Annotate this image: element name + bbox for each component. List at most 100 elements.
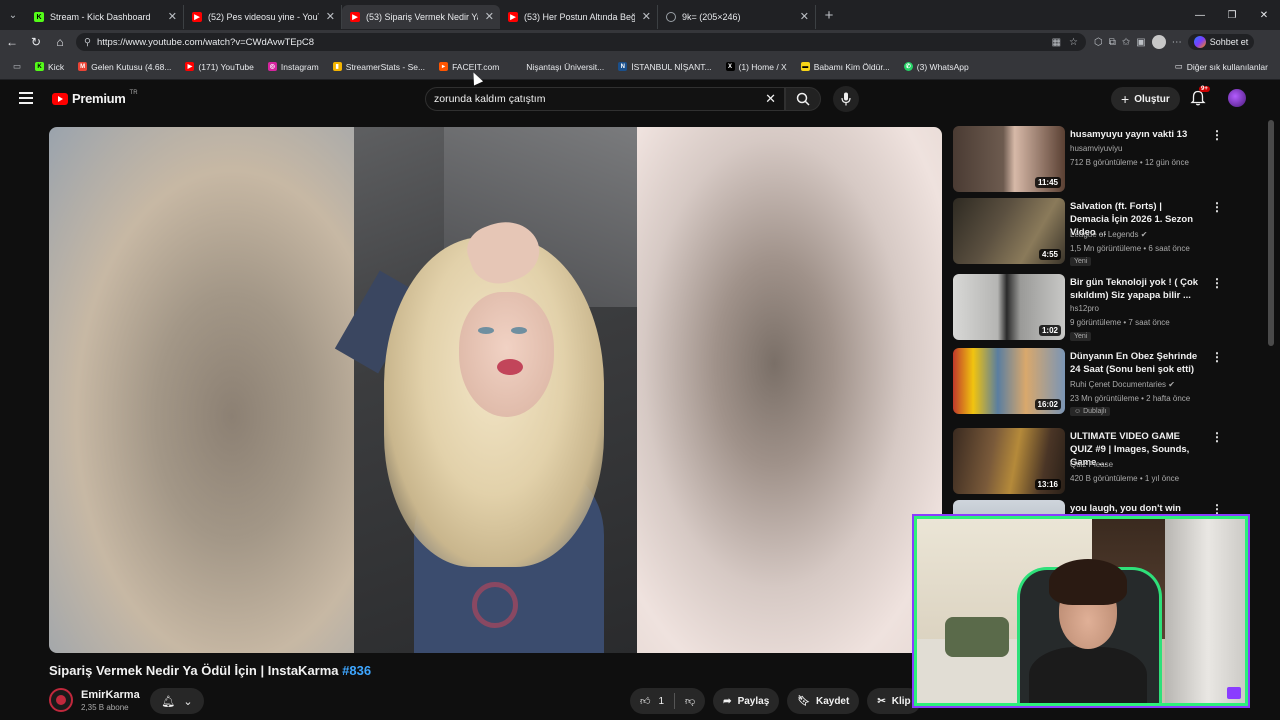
- close-tab-icon[interactable]: ✕: [168, 10, 177, 23]
- back-icon[interactable]: ←: [0, 30, 24, 54]
- recommendation-item[interactable]: 4:55 Salvation (ft. Forts) | Demacia İçi…: [953, 198, 1223, 268]
- bookmark-streamerstats[interactable]: ▮ StreamerStats - Se...: [326, 62, 432, 72]
- recommendation-item[interactable]: 1:02 Bir gün Teknoloji yok ! ( Çok sıkıl…: [953, 274, 1223, 344]
- reload-icon[interactable]: ↻: [24, 30, 48, 54]
- recommendation-meta: 1,5 Mn görüntüleme • 6 saat önce: [1070, 244, 1190, 253]
- stream-logo-icon: [1227, 687, 1241, 699]
- bookmark-gmail[interactable]: M Gelen Kutusu (4.68...: [71, 62, 178, 72]
- minimize-icon[interactable]: —: [1184, 0, 1216, 30]
- recommendation-channel[interactable]: Quiz Please: [1070, 460, 1113, 469]
- microphone-icon: [841, 92, 851, 106]
- save-button[interactable]: 🔖︎ Kaydet: [787, 688, 860, 714]
- close-window-icon[interactable]: ✕: [1248, 0, 1280, 30]
- logo-text: Premium: [72, 91, 126, 106]
- more-vert-icon[interactable]: ⋮: [1211, 128, 1223, 142]
- more-vert-icon[interactable]: ⋮: [1211, 350, 1223, 364]
- recommendation-item[interactable]: 11:45 husamyuyu yayın vakti 13 husamviyu…: [953, 126, 1223, 196]
- channel-avatar[interactable]: [49, 688, 73, 712]
- channel-info: EmirKarma 2,35 B abone: [49, 688, 140, 712]
- bookmark-whatsapp[interactable]: ✆ (3) WhatsApp: [897, 62, 976, 72]
- more-vert-icon[interactable]: ⋮: [1211, 200, 1223, 214]
- new-badge: Yeni: [1070, 257, 1092, 266]
- more-options-icon[interactable]: ⋯: [1172, 37, 1182, 48]
- recommendation-channel[interactable]: Ruhi Çenet Documentaries ✔: [1070, 380, 1175, 389]
- share-button[interactable]: ➦ Paylaş: [713, 688, 780, 714]
- bookmark-instagram[interactable]: ◎ Instagram: [261, 62, 326, 72]
- notifications-button[interactable]: 9+: [1190, 86, 1210, 106]
- maximize-icon[interactable]: ❐: [1216, 0, 1248, 30]
- tab-search-chevron-icon[interactable]: ⌄: [0, 0, 26, 30]
- browser-tab[interactable]: ▶ (52) Pes videosu yine - YouTube ✕: [184, 5, 342, 29]
- bookmark-imdb[interactable]: ▬ Babamı Kim Öldür...: [794, 62, 897, 72]
- profile-avatar[interactable]: [1151, 35, 1166, 49]
- subscription-bell-button[interactable]: 🔔︎ ⌄: [150, 688, 204, 714]
- youtube-premium-logo[interactable]: Premium TR: [52, 90, 138, 106]
- close-tab-icon[interactable]: ✕: [485, 10, 494, 23]
- bookmark-istanbul-nisantasi[interactable]: N İSTANBUL NİŞANT...: [611, 62, 718, 72]
- close-tab-icon[interactable]: ✕: [800, 10, 809, 23]
- apps-icon[interactable]: ▦: [1052, 37, 1061, 48]
- clear-search-icon[interactable]: ✕: [765, 91, 776, 107]
- video-hashtag[interactable]: #836: [342, 663, 371, 678]
- menu-icon[interactable]: [19, 92, 33, 104]
- video-thumbnail[interactable]: 11:45: [953, 126, 1065, 192]
- like-button[interactable]: 👍︎ 1: [630, 695, 674, 708]
- more-vert-icon[interactable]: ⋮: [1211, 502, 1223, 516]
- kick-icon: K: [35, 62, 45, 71]
- new-tab-button[interactable]: +: [816, 7, 842, 24]
- close-tab-icon[interactable]: ✕: [642, 10, 651, 23]
- browser-tab[interactable]: ▶ (53) Her Postun Altında Beğenisi O ✕: [500, 5, 658, 29]
- more-vert-icon[interactable]: ⋮: [1211, 430, 1223, 444]
- site-info-icon[interactable]: ⚲: [84, 37, 91, 48]
- bookmark-faceit[interactable]: ▸ FACEIT.com: [432, 62, 506, 72]
- video-thumbnail[interactable]: 1:02: [953, 274, 1065, 340]
- collections-icon[interactable]: ▣: [1136, 37, 1145, 48]
- recommendation-title[interactable]: you laugh, you don't win: [1070, 502, 1200, 515]
- bell-icon: [1190, 90, 1206, 106]
- favorites-icon[interactable]: ✩: [1122, 37, 1130, 48]
- favorite-star-icon[interactable]: ☆: [1069, 37, 1078, 48]
- bookmarks-toggle-icon[interactable]: ▭: [6, 61, 28, 72]
- bookmark-x[interactable]: X (1) Home / X: [719, 62, 794, 72]
- browser-tab[interactable]: 9k= (205×246) ✕: [658, 5, 816, 29]
- dislike-button[interactable]: 👎︎: [675, 695, 705, 707]
- close-tab-icon[interactable]: ✕: [326, 10, 335, 23]
- recommendation-channel[interactable]: League of Legends ✔: [1070, 230, 1147, 239]
- channel-name[interactable]: EmirKarma: [81, 689, 140, 701]
- voice-search-button[interactable]: [833, 86, 859, 112]
- extensions-icon[interactable]: ⬡: [1094, 37, 1103, 48]
- search-input[interactable]: zorunda kaldım çatıştım ✕: [425, 87, 785, 111]
- browser-tab[interactable]: K Stream - Kick Dashboard ✕: [26, 5, 184, 29]
- recommendation-item[interactable]: 16:02 Dünyanın En Obez Şehrinde 24 Saat …: [953, 348, 1223, 418]
- page-scrollbar[interactable]: [1268, 120, 1274, 346]
- search-button[interactable]: [785, 87, 821, 111]
- bookmark-kick[interactable]: K Kick: [28, 62, 71, 72]
- video-player[interactable]: [49, 127, 942, 653]
- recommendation-channel[interactable]: hs12pro: [1070, 304, 1099, 313]
- bookmark-youtube[interactable]: ▶ (171) YouTube: [178, 62, 260, 72]
- recommendation-title[interactable]: Bir gün Teknoloji yok ! ( Çok sıkıldım) …: [1070, 276, 1200, 302]
- bookmark-nisantasi[interactable]: Nişantaşı Üniversit...: [506, 62, 611, 72]
- recommendation-meta: 9 görüntüleme • 7 saat önce: [1070, 318, 1170, 327]
- clip-button[interactable]: ✂ Klip: [867, 688, 921, 714]
- more-vert-icon[interactable]: ⋮: [1211, 276, 1223, 290]
- bookmark-label: Nişantaşı Üniversit...: [526, 61, 605, 72]
- account-avatar[interactable]: [1228, 89, 1246, 107]
- browser-tab-active[interactable]: ▶ (53) Sipariş Vermek Nedir Ya Ödül ✕: [342, 5, 500, 29]
- other-bookmarks[interactable]: ▭ Diğer sık kullanılanlar: [1175, 61, 1280, 72]
- create-button[interactable]: + Oluştur: [1111, 87, 1180, 111]
- recommendation-channel[interactable]: husamviyuviyu: [1070, 144, 1122, 153]
- university-icon: [513, 62, 523, 71]
- verified-icon: ✔: [1140, 230, 1148, 239]
- video-thumbnail[interactable]: 13:16: [953, 428, 1065, 494]
- copilot-button[interactable]: Sohbet et: [1187, 34, 1255, 50]
- recommendation-title[interactable]: Dünyanın En Obez Şehrinde 24 Saat (Sonu …: [1070, 350, 1200, 376]
- address-bar[interactable]: ⚲ https://www.youtube.com/watch?v=CWdAvw…: [76, 33, 1086, 51]
- video-thumbnail[interactable]: 16:02: [953, 348, 1065, 414]
- home-icon[interactable]: ⌂: [48, 30, 72, 54]
- bookmark-icon: 🔖︎: [797, 695, 810, 707]
- recommendation-title[interactable]: husamyuyu yayın vakti 13: [1070, 128, 1200, 141]
- recommendation-item[interactable]: 13:16 ULTIMATE VIDEO GAME QUIZ #9 | Imag…: [953, 428, 1223, 498]
- split-screen-icon[interactable]: ⧉: [1109, 37, 1116, 48]
- video-thumbnail[interactable]: 4:55: [953, 198, 1065, 264]
